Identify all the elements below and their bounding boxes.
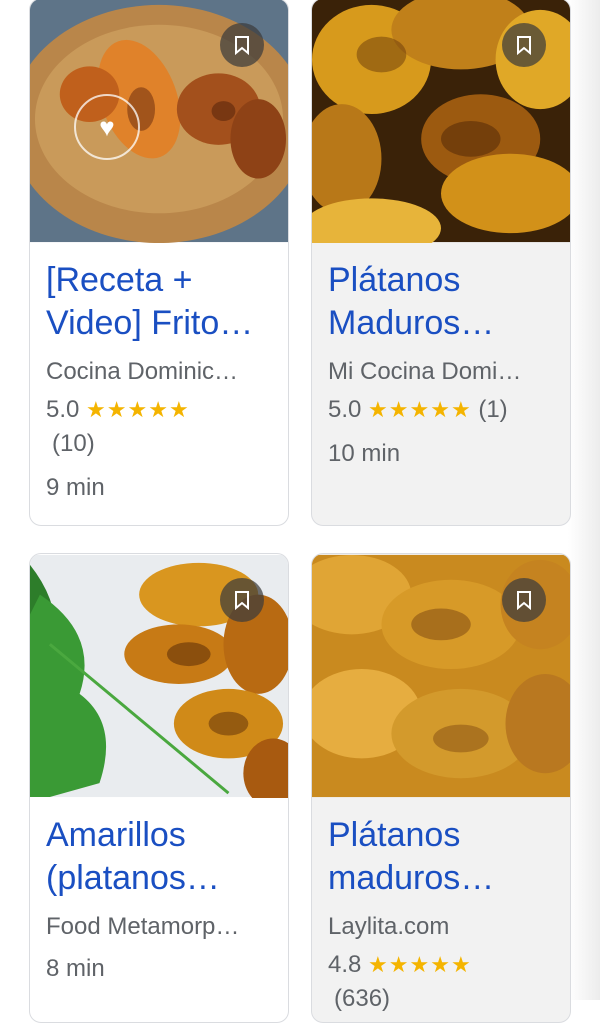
- rating-value: 5.0: [46, 396, 80, 423]
- recipe-source: Laylita.com: [328, 913, 450, 940]
- recipe-card[interactable]: Plátanos maduros… Laylita.com 4.8 ★★★★★ …: [311, 553, 571, 1023]
- star-rating-icon: ★★★★★: [368, 397, 472, 422]
- recipe-rating: 4.8 ★★★★★: [328, 948, 556, 982]
- cook-time: 10 min: [328, 440, 401, 467]
- recipe-card[interactable]: Amarillos (platanos… Food Metamorp… 8 mi…: [29, 553, 289, 1023]
- recipe-card[interactable]: ♥ [Receta + Video] Frito… Cocina Dominic…: [29, 0, 289, 526]
- scroll-edge-shadow: [568, 0, 600, 1000]
- bookmark-button[interactable]: [220, 23, 264, 67]
- recipe-source: Mi Cocina Domi…: [328, 358, 522, 385]
- bookmark-icon: [235, 591, 249, 610]
- recipe-thumbnail[interactable]: [30, 554, 288, 798]
- bookmark-icon: [235, 36, 249, 55]
- recipe-source: Food Metamorp…: [46, 913, 240, 940]
- recipe-rating: 5.0 ★★★★★ (1): [328, 393, 556, 427]
- recipe-source: Cocina Dominic…: [46, 358, 239, 385]
- bookmark-icon: [517, 591, 531, 610]
- rating-value: 5.0: [328, 396, 362, 423]
- recipe-title[interactable]: [Receta + Video] Frito…: [46, 259, 274, 345]
- bookmark-button[interactable]: [220, 578, 264, 622]
- recipe-thumbnail[interactable]: [312, 554, 570, 798]
- recipe-rating: 5.0 ★★★★★: [46, 393, 274, 427]
- review-count: (1): [478, 396, 508, 423]
- bookmark-button[interactable]: [502, 23, 546, 67]
- review-count: (636): [334, 985, 391, 1012]
- recipe-card[interactable]: Plátanos Maduros… Mi Cocina Domi… 5.0 ★★…: [311, 0, 571, 526]
- recipe-thumbnail[interactable]: [312, 0, 570, 243]
- recipe-title[interactable]: Plátanos Maduros…: [328, 259, 556, 345]
- bookmark-button[interactable]: [502, 578, 546, 622]
- star-rating-icon: ★★★★★: [368, 952, 472, 977]
- heart-icon: ♥: [74, 94, 140, 160]
- recipe-title[interactable]: Plátanos maduros…: [328, 814, 556, 900]
- cook-time: 9 min: [46, 474, 105, 501]
- recipe-thumbnail[interactable]: ♥: [30, 0, 288, 243]
- rating-value: 4.8: [328, 951, 362, 978]
- cook-time: 8 min: [46, 955, 105, 982]
- review-count: (10): [52, 430, 95, 457]
- star-rating-icon: ★★★★★: [86, 397, 190, 422]
- recipe-title[interactable]: Amarillos (platanos…: [46, 814, 274, 900]
- bookmark-icon: [517, 36, 531, 55]
